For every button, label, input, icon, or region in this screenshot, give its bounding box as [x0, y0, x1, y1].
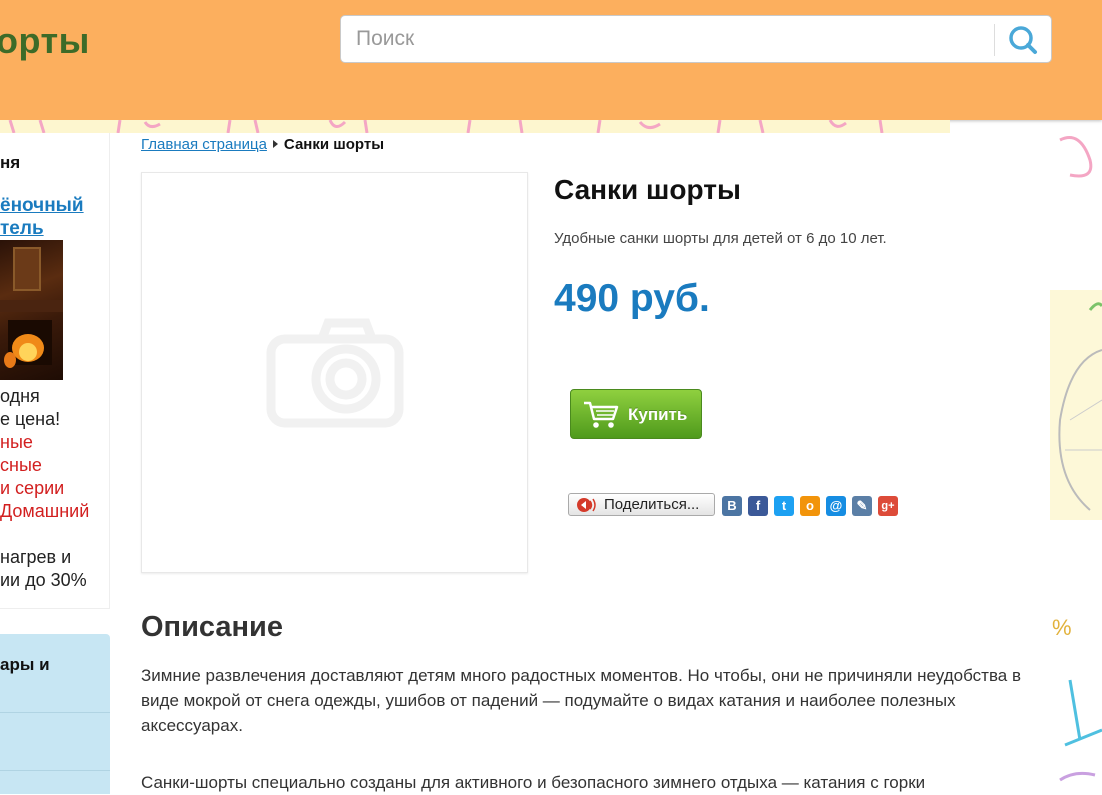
- divider: [0, 712, 110, 713]
- sidebar-text-line: е цена!: [0, 409, 61, 429]
- share-label[interactable]: Поделиться...: [604, 496, 699, 513]
- site-title[interactable]: орты: [0, 20, 90, 62]
- search-button[interactable]: [999, 19, 1049, 59]
- sidebar-text-line: сные: [0, 455, 42, 475]
- mailru-icon[interactable]: @: [826, 496, 846, 516]
- product-subtitle: Удобные санки шорты для детей от 6 до 10…: [554, 230, 887, 247]
- svg-text:%: %: [1052, 615, 1072, 640]
- sidebar-text-line: и серии: [0, 478, 65, 498]
- cart-icon: [584, 401, 619, 428]
- facebook-icon[interactable]: f: [748, 496, 768, 516]
- sidebar-category-title: ары и: [0, 655, 50, 674]
- site-header: орты: [0, 0, 1102, 120]
- search-icon: [1009, 26, 1037, 54]
- product-title: Санки шорты: [554, 174, 741, 205]
- breadcrumb-current: Санки шорты: [283, 136, 385, 153]
- sidebar-category-card: ары и: [0, 634, 110, 794]
- sidebar-text-line: одня: [0, 386, 40, 406]
- camera-icon: [266, 318, 404, 428]
- product-price: 490 руб.: [554, 277, 710, 320]
- search-box: [340, 15, 1052, 63]
- divider: [0, 770, 110, 771]
- breadcrumb: Главная страница Санки шорты: [141, 136, 384, 153]
- sidebar-promo-card: ня ёночный тель одня е цена! ные сные и …: [0, 133, 110, 609]
- twitter-icon[interactable]: t: [774, 496, 794, 516]
- sidebar-link-line-2[interactable]: тель: [0, 217, 109, 240]
- vk-icon[interactable]: B: [722, 496, 742, 516]
- share-icon: [577, 498, 596, 512]
- description-heading: Описание: [141, 611, 283, 643]
- description-paragraph: Зимние развлечения доставляют детям мног…: [141, 666, 1021, 735]
- fireplace-image[interactable]: [0, 240, 63, 380]
- decorative-banner-strip: [0, 120, 950, 133]
- breadcrumb-home-link[interactable]: Главная страница: [141, 136, 267, 153]
- product-image-placeholder[interactable]: [141, 172, 528, 573]
- sidebar-promo-link[interactable]: ёночный тель: [0, 194, 109, 240]
- description-paragraph: Санки-шорты специально созданы для актив…: [141, 773, 926, 792]
- googleplus-icon[interactable]: g+: [878, 496, 898, 516]
- livejournal-icon[interactable]: ✎: [852, 496, 872, 516]
- share-button[interactable]: Поделиться...: [568, 493, 715, 516]
- buy-button-label[interactable]: Купить: [628, 405, 687, 425]
- odnoklassniki-icon[interactable]: o: [800, 496, 820, 516]
- search-divider: [994, 24, 995, 56]
- buy-button[interactable]: Купить: [570, 389, 702, 439]
- breadcrumb-separator-icon: [272, 140, 278, 148]
- sidebar-text-line: нагрев и: [0, 547, 72, 567]
- sidebar-text-line: ии до 30%: [0, 570, 87, 590]
- sidebar-text-line: Домашний: [0, 501, 90, 521]
- sidebar-text-line: ные: [0, 432, 33, 452]
- sidebar-link-line-1[interactable]: ёночный: [0, 194, 109, 217]
- search-input[interactable]: [341, 16, 991, 62]
- decorative-background-art: %: [1050, 136, 1102, 782]
- sidebar-title: ня: [0, 153, 21, 172]
